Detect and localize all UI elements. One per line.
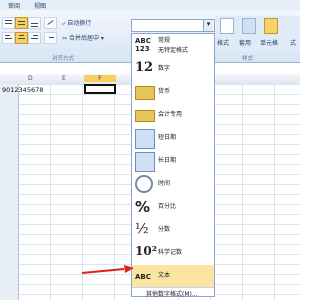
- annotation-arrow-icon: [81, 265, 134, 274]
- merge-center-button[interactable]: ⇔ 合并后居中 ▾: [62, 33, 104, 42]
- align-left-button[interactable]: [2, 32, 15, 44]
- tab-view[interactable]: 视图: [34, 1, 46, 10]
- table-style-icon[interactable]: [242, 18, 256, 34]
- wrap-text-icon: ⤶: [62, 20, 66, 27]
- format-item-time[interactable]: 时间: [132, 173, 214, 195]
- cell-value[interactable]: 9012345678: [2, 86, 43, 94]
- format-as-table-label[interactable]: 套用: [239, 38, 251, 47]
- format-item-number[interactable]: 12 数字: [132, 58, 214, 80]
- align-right-button[interactable]: [28, 32, 41, 44]
- align-center-button[interactable]: [15, 32, 28, 44]
- format-item-accounting[interactable]: 会计专用: [132, 104, 214, 126]
- format-item-short-date[interactable]: 短日期: [132, 127, 214, 149]
- format-item-fraction[interactable]: ½ 分数: [132, 219, 214, 241]
- align-middle-button[interactable]: [15, 17, 28, 29]
- wrap-text-button[interactable]: ⤶ 自动换行: [62, 18, 91, 28]
- scientific-icon: 10²: [135, 244, 157, 258]
- accounting-icon: [135, 110, 155, 122]
- orientation-button[interactable]: [44, 17, 57, 29]
- format-item-long-date[interactable]: 长日期: [132, 150, 214, 172]
- ribbon-tabs: 审阅 视图: [0, 0, 300, 10]
- abc-123-icon: ABC 123: [135, 37, 151, 53]
- percent-icon: %: [135, 198, 151, 216]
- row-headers: [0, 84, 19, 300]
- more-number-formats[interactable]: 其他数字格式(M)...: [132, 287, 214, 298]
- chevron-down-icon[interactable]: ▾: [203, 20, 213, 31]
- group-styles-label: 样式: [242, 56, 254, 62]
- selected-cell[interactable]: [84, 84, 116, 94]
- clock-icon: [135, 175, 153, 193]
- column-header-d[interactable]: D: [28, 75, 33, 82]
- format-item-text[interactable]: ABC 文本: [132, 265, 214, 287]
- number-format-combo[interactable]: ▾: [131, 19, 215, 32]
- format-item-percent[interactable]: % 百分比: [132, 196, 214, 218]
- number-12-icon: 12: [135, 60, 154, 75]
- conditional-format-icon[interactable]: [220, 18, 234, 34]
- fraction-icon: ½: [135, 221, 149, 237]
- format-item-general[interactable]: ABC 123 常规 无特定格式: [132, 35, 214, 57]
- cell-styles-label[interactable]: 单元格: [260, 38, 278, 47]
- format-item-currency[interactable]: 货币: [132, 81, 214, 103]
- chevron-down-icon: ▾: [100, 35, 104, 42]
- column-header-e[interactable]: E: [62, 75, 66, 82]
- group-alignment-label: 对齐方式: [52, 56, 75, 62]
- format-item-scientific[interactable]: 10² 科学记数: [132, 242, 214, 264]
- indent-button[interactable]: [44, 32, 57, 44]
- calendar-short-icon: [135, 129, 155, 149]
- style-extra-label: 式: [290, 40, 297, 47]
- align-top-button[interactable]: [2, 17, 15, 29]
- number-format-dropdown: ABC 123 常规 无特定格式 12 数字 货币 会计专用 短日期 长日期 时间…: [131, 33, 215, 298]
- align-bottom-button[interactable]: [28, 17, 41, 29]
- calendar-long-icon: [135, 152, 155, 172]
- conditional-format-label[interactable]: 格式: [217, 38, 229, 47]
- column-header-f[interactable]: F: [84, 75, 116, 82]
- cell-style-icon[interactable]: [264, 18, 278, 34]
- merge-icon: ⇔: [62, 35, 68, 42]
- tab-review[interactable]: 审阅: [8, 1, 20, 10]
- currency-icon: [135, 86, 155, 100]
